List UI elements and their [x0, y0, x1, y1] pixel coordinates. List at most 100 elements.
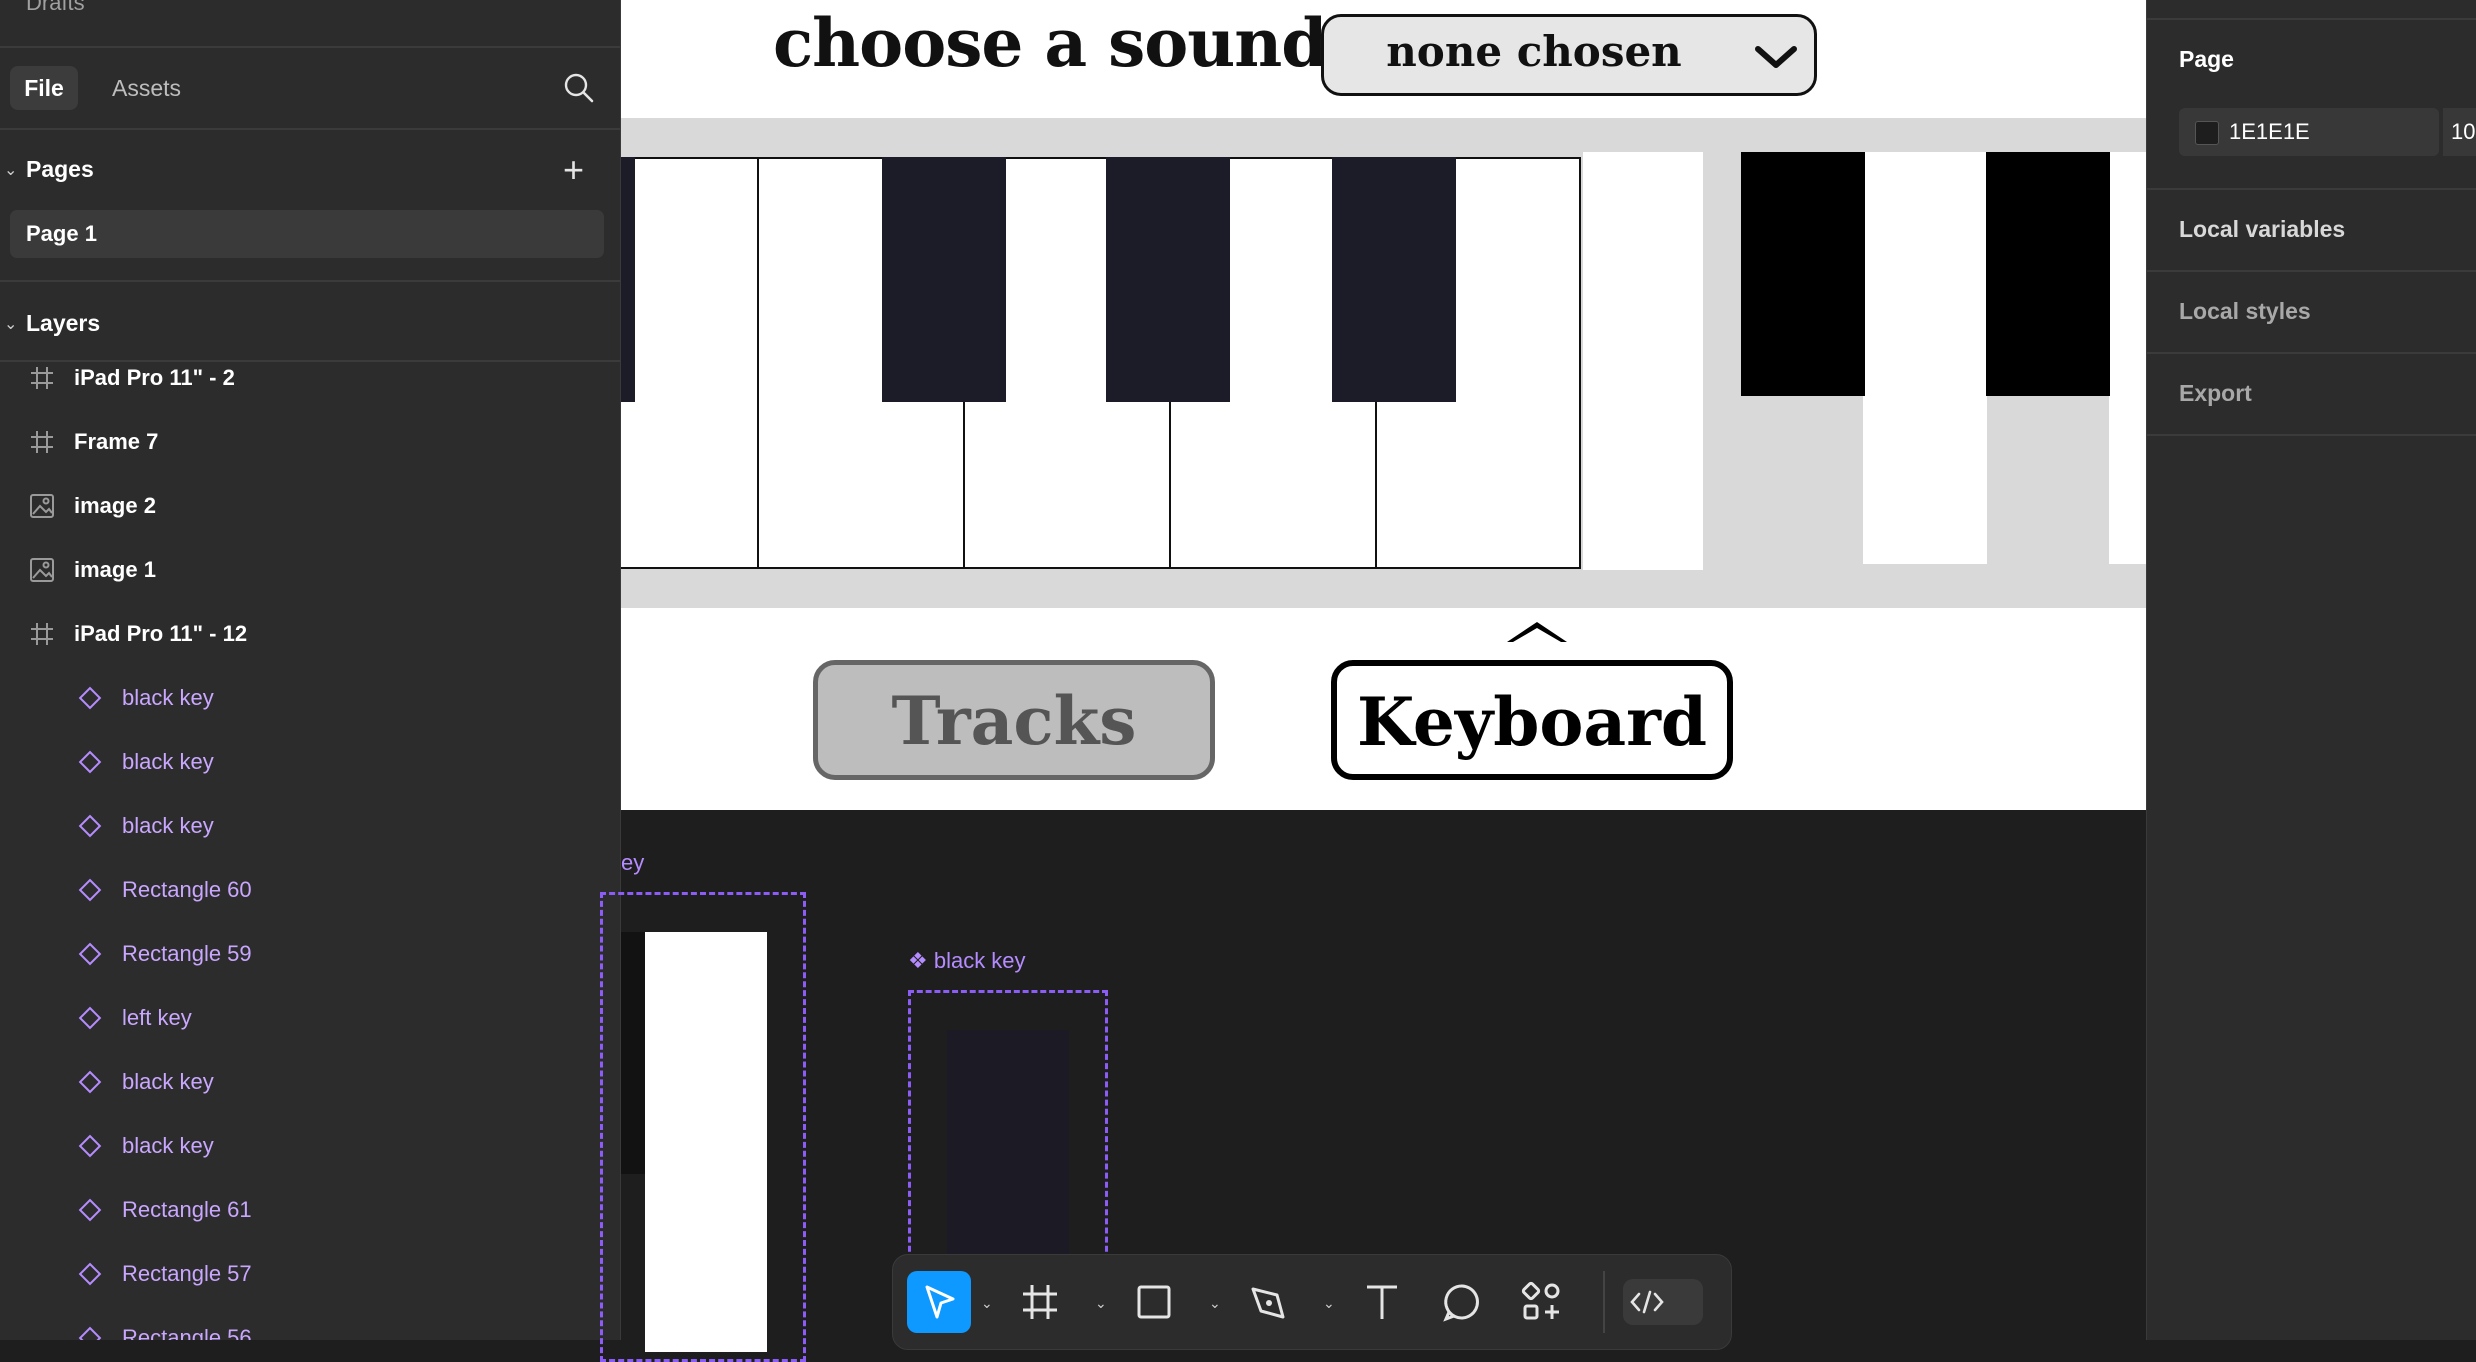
divider: [1603, 1271, 1605, 1333]
component-icon: [78, 1326, 102, 1340]
white-key[interactable]: [2109, 152, 2146, 564]
move-tool-button[interactable]: [907, 1271, 971, 1333]
page-item-label: Page 1: [26, 221, 97, 246]
bottom-toolbar: ⌄ ⌄ ⌄ ⌄: [892, 1254, 1732, 1350]
layer-row[interactable]: Rectangle 61: [0, 1178, 620, 1242]
file-title[interactable]: Drafts: [26, 0, 85, 16]
white-key[interactable]: [1583, 152, 1703, 570]
pen-tool-icon[interactable]: [1243, 1277, 1293, 1327]
layer-label: Rectangle 59: [122, 941, 252, 966]
component-icon: [78, 686, 102, 710]
layer-row[interactable]: Rectangle 59: [0, 922, 620, 986]
chevron-down-icon[interactable]: ⌄: [1323, 1295, 1335, 1312]
component-icon: [78, 750, 102, 774]
tracks-tab-button[interactable]: Tracks: [813, 660, 1215, 780]
tab-file[interactable]: File: [10, 66, 78, 110]
page-section-header: Page: [2179, 46, 2234, 72]
comment-tool-icon[interactable]: [1437, 1277, 1487, 1327]
local-variables-item[interactable]: Local variables: [2179, 216, 2345, 243]
component-label-black-key[interactable]: ❖ black key: [908, 948, 1026, 974]
component-preview-white-key: [645, 932, 767, 1352]
text-tool-icon[interactable]: [1357, 1277, 1407, 1327]
frame-tool-icon[interactable]: [1015, 1277, 1065, 1327]
layer-label: image 1: [74, 557, 156, 582]
chevron-down-icon[interactable]: ⌄: [981, 1295, 993, 1312]
black-key[interactable]: [621, 157, 635, 402]
page-opacity-field[interactable]: 10: [2443, 108, 2476, 156]
choose-sound-heading: choose a sound: [773, 4, 1327, 82]
frame-icon: [31, 367, 53, 389]
layer-row[interactable]: black key: [0, 730, 620, 794]
layer-row[interactable]: left key: [0, 986, 620, 1050]
chevron-down-icon[interactable]: ⌄: [4, 160, 17, 180]
page-item-page-1[interactable]: Page 1: [10, 210, 604, 258]
artboard-ipad-pro[interactable]: choose a sound none chosen Tracks Keyboa…: [621, 0, 2146, 810]
image-icon: [30, 558, 54, 582]
divider: [2147, 352, 2476, 354]
chevron-down-icon: [1755, 46, 1797, 68]
layer-label: iPad Pro 11" - 12: [74, 621, 248, 646]
layer-row[interactable]: Rectangle 60: [0, 858, 620, 922]
component-icon: [78, 1198, 102, 1222]
component-icon: [78, 942, 102, 966]
dev-mode-toggle[interactable]: [1623, 1279, 1703, 1325]
layer-row[interactable]: black key: [0, 1050, 620, 1114]
sound-dropdown[interactable]: none chosen: [1321, 14, 1817, 96]
black-key[interactable]: [1332, 157, 1456, 402]
layer-row[interactable]: image 2: [0, 474, 620, 538]
page-color-value: 1E1E1E: [2229, 119, 2310, 144]
black-key[interactable]: [1741, 152, 1865, 396]
actions-tool-icon[interactable]: [1517, 1277, 1567, 1327]
code-icon: [1630, 1290, 1664, 1314]
layer-row[interactable]: iPad Pro 11" - 12: [0, 602, 620, 666]
component-icon: [78, 1134, 102, 1158]
black-key[interactable]: [1986, 152, 2110, 396]
component-label[interactable]: ey: [621, 850, 644, 876]
page-color-field[interactable]: 1E1E1E: [2179, 108, 2439, 156]
layer-row[interactable]: Rectangle 56: [0, 1306, 620, 1340]
layers-header[interactable]: Layers: [26, 310, 100, 337]
layer-row[interactable]: image 1: [0, 538, 620, 602]
black-key[interactable]: [1106, 157, 1230, 402]
pages-header[interactable]: Pages: [26, 156, 94, 183]
color-swatch[interactable]: [2195, 121, 2219, 145]
divider: [0, 46, 620, 48]
white-key[interactable]: [1863, 152, 1987, 564]
layer-label: Frame 7: [74, 429, 159, 454]
white-key[interactable]: [621, 157, 761, 569]
layer-label: Rectangle 61: [122, 1197, 252, 1222]
layer-label: black key: [122, 1133, 214, 1158]
cursor-icon: [925, 1285, 955, 1319]
layers-panel: Drafts File Assets ⌄ Pages + Page 1 ⌄ La…: [0, 0, 621, 1340]
rectangle-tool-icon[interactable]: [1129, 1277, 1179, 1327]
divider: [0, 280, 620, 282]
layer-row[interactable]: Rectangle 57: [0, 1242, 620, 1306]
export-item[interactable]: Export: [2179, 380, 2252, 407]
component-icon: [78, 1070, 102, 1094]
chevron-down-icon[interactable]: ⌄: [1209, 1295, 1221, 1312]
layer-row[interactable]: black key: [0, 1114, 620, 1178]
black-key[interactable]: [882, 157, 1006, 402]
page-opacity-value: 10: [2451, 119, 2476, 144]
chevron-down-icon[interactable]: ⌄: [1095, 1295, 1107, 1312]
chevron-down-icon[interactable]: ⌄: [4, 314, 17, 334]
layer-row[interactable]: black key: [0, 794, 620, 858]
caret-up-icon: [1507, 622, 1567, 642]
component-icon: [78, 878, 102, 902]
layer-row[interactable]: iPad Pro 11" - 2: [0, 346, 620, 410]
layer-label: image 2: [74, 493, 156, 518]
layer-row[interactable]: black key: [0, 666, 620, 730]
component-icon: [78, 1006, 102, 1030]
component-icon: [78, 1262, 102, 1286]
local-styles-item[interactable]: Local styles: [2179, 298, 2311, 325]
layer-label: black key: [122, 685, 214, 710]
layer-row[interactable]: Frame 7: [0, 410, 620, 474]
add-page-icon[interactable]: +: [563, 152, 584, 188]
keyboard-tab-button[interactable]: Keyboard: [1331, 660, 1733, 780]
search-icon[interactable]: [563, 72, 595, 104]
divider: [2147, 188, 2476, 190]
component-preview-black-key: [947, 1030, 1069, 1260]
layer-label: iPad Pro 11" - 2: [74, 365, 235, 390]
tab-assets[interactable]: Assets: [112, 66, 181, 110]
component-preview-black-key: [621, 932, 645, 1174]
